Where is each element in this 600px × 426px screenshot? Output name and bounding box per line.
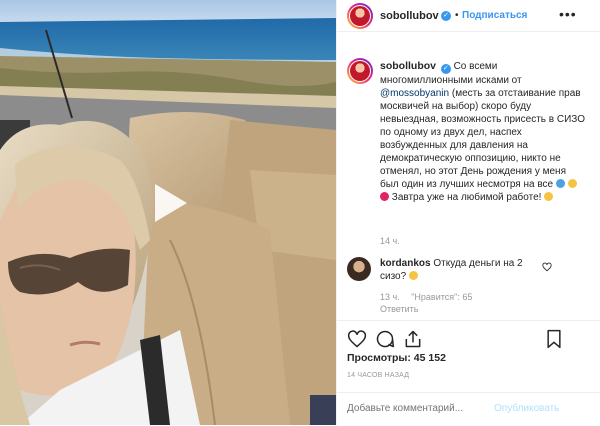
more-options-icon[interactable]: ••• bbox=[559, 6, 577, 22]
post-header: sobollubov ✓ • Подписаться ••• bbox=[337, 0, 600, 32]
heart-icon[interactable] bbox=[347, 329, 367, 349]
publish-button[interactable]: Опубликовать bbox=[494, 403, 559, 414]
separator-dot: • bbox=[455, 10, 459, 21]
heart-emoji-icon bbox=[380, 192, 389, 201]
flex-emoji-icon bbox=[544, 192, 554, 201]
bookmark-icon[interactable] bbox=[545, 329, 563, 349]
post-actions bbox=[337, 320, 600, 353]
comment-time: 13 ч. bbox=[380, 292, 400, 302]
caption-author-avatar[interactable] bbox=[347, 58, 373, 84]
play-icon bbox=[155, 184, 187, 222]
caption-text-3: Завтра уже на любимой работе! bbox=[391, 192, 542, 203]
post-timestamp[interactable]: 14 ЧАСОВ НАЗАД bbox=[347, 372, 409, 379]
caption-username[interactable]: sobollubov bbox=[380, 60, 436, 72]
caption-mention-link[interactable]: @mossobyanin bbox=[380, 88, 449, 99]
comment-likes[interactable]: "Нравится": 65 bbox=[411, 292, 472, 302]
smile-emoji-icon bbox=[567, 179, 577, 188]
commenter-avatar[interactable] bbox=[347, 257, 371, 281]
add-comment-bar: Опубликовать bbox=[337, 392, 600, 426]
share-icon[interactable] bbox=[403, 329, 423, 349]
play-button[interactable] bbox=[143, 178, 193, 228]
reply-button[interactable]: Ответить bbox=[380, 304, 418, 314]
comment-like-heart-icon[interactable] bbox=[542, 262, 552, 272]
verified-badge-icon: ✓ bbox=[441, 11, 451, 21]
comment: kordankos Откуда деньги на 2 сизо? bbox=[380, 257, 530, 283]
verified-badge-icon: ✓ bbox=[440, 64, 451, 74]
views-count[interactable]: Просмотры: 45 152 bbox=[347, 352, 446, 364]
thinking-emoji-icon bbox=[408, 271, 418, 280]
author-username[interactable]: sobollubov bbox=[380, 10, 439, 22]
add-comment-input[interactable] bbox=[347, 403, 482, 414]
follow-button[interactable]: Подписаться bbox=[462, 10, 527, 21]
wave-emoji-icon bbox=[555, 179, 565, 188]
caption-text-2: (месть за отстаивание прав москвичей на … bbox=[380, 88, 585, 190]
post-caption: sobollubov ✓ Со всеми многомиллионными и… bbox=[380, 60, 586, 204]
author-avatar[interactable] bbox=[347, 3, 373, 29]
post-panel: sobollubov ✓ • Подписаться ••• sobollubo… bbox=[336, 0, 600, 425]
comment-icon[interactable] bbox=[375, 329, 395, 349]
comment-meta: 13 ч. "Нравится": 65 bbox=[380, 292, 481, 302]
post-video[interactable] bbox=[0, 0, 336, 425]
caption-time[interactable]: 14 ч. bbox=[380, 236, 400, 246]
comment-username[interactable]: kordankos bbox=[380, 258, 431, 269]
